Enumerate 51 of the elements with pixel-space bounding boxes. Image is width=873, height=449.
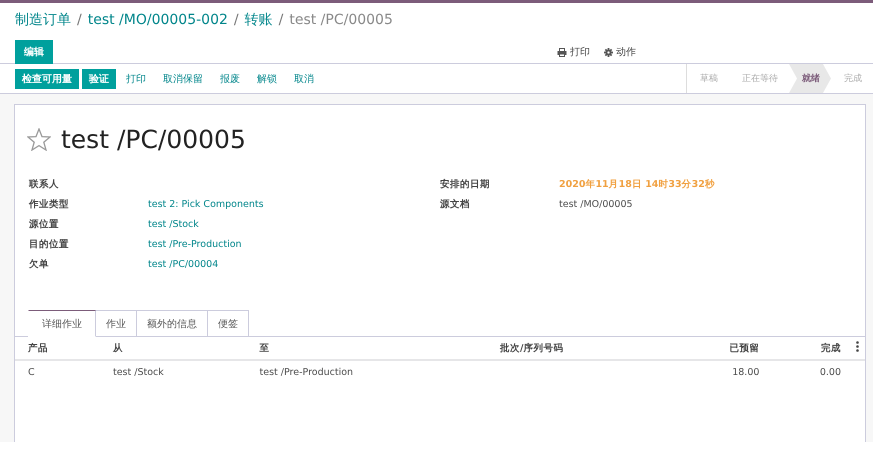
tab[interactable]: 额外的信息 [137, 310, 208, 337]
action-button[interactable]: 验证 [82, 68, 116, 88]
breadcrumb-separator: / [77, 12, 82, 28]
breadcrumb-link[interactable]: test /MO/00005-002 [88, 12, 228, 28]
field-link[interactable]: test /Stock [148, 218, 199, 230]
table-cell: test /Pre-Production [260, 366, 354, 378]
more-icon[interactable] [856, 341, 858, 352]
field-value: 2020年11月18日 14时33分32秒 [559, 178, 715, 190]
action-button[interactable]: 取消保留 [156, 68, 210, 88]
field-link[interactable]: test /Pre-Production [148, 238, 242, 250]
column-header[interactable]: 产品 [15, 336, 105, 360]
field-link[interactable]: test /PC/00004 [148, 258, 218, 270]
breadcrumb-link[interactable]: 转账 [244, 11, 273, 29]
breadcrumb-link[interactable]: 制造订单 [15, 11, 71, 29]
field-label: 目的位置 [29, 238, 70, 250]
field-label: 源位置 [29, 218, 60, 230]
gear-icon [604, 48, 613, 56]
edit-button[interactable]: 编辑 [15, 40, 53, 64]
tab[interactable]: 作业 [96, 310, 137, 337]
table-cell: 18.00 [732, 366, 760, 378]
column-header[interactable]: 批次/序列号码 [492, 336, 666, 360]
breadcrumb-separator: / [278, 12, 284, 28]
dropdown-button[interactable]: 动作 [604, 45, 636, 59]
field-label: 作业类型 [29, 198, 70, 210]
action-button[interactable]: 检查可用量 [15, 68, 79, 88]
field-label: 源文档 [440, 198, 471, 210]
printer-icon [557, 48, 567, 56]
record-title: test /PC/00005 [61, 125, 246, 154]
dropdown-button[interactable]: 打印 [557, 45, 590, 59]
table-cell: 0.00 [820, 366, 841, 378]
tab[interactable]: 详细作业 [28, 310, 96, 337]
table-cell: test /Stock [112, 366, 164, 378]
field-label: 欠单 [29, 258, 50, 270]
column-header[interactable]: 从 [104, 336, 252, 360]
star-icon[interactable] [27, 128, 51, 151]
column-header[interactable]: 已预留 [666, 336, 768, 360]
field-value: test /MO/00005 [559, 198, 633, 210]
field-label: 联系人 [29, 178, 60, 190]
action-button[interactable]: 取消 [287, 68, 321, 88]
column-header[interactable]: 完成 [767, 336, 849, 360]
table-cell: C [28, 366, 35, 378]
column-header[interactable]: 至 [252, 336, 492, 360]
action-button[interactable]: 解锁 [250, 68, 284, 88]
status-stage[interactable]: 就绪 [789, 64, 831, 93]
action-button[interactable]: 报废 [213, 68, 247, 88]
field-link[interactable]: test 2: Pick Components [148, 198, 264, 210]
field-label: 安排的日期 [440, 178, 491, 190]
breadcrumb-separator: / [234, 12, 239, 28]
breadcrumb-current: test /PC/00005 [289, 12, 393, 28]
tab[interactable]: 便签 [208, 310, 249, 337]
action-button[interactable]: 打印 [119, 68, 153, 88]
